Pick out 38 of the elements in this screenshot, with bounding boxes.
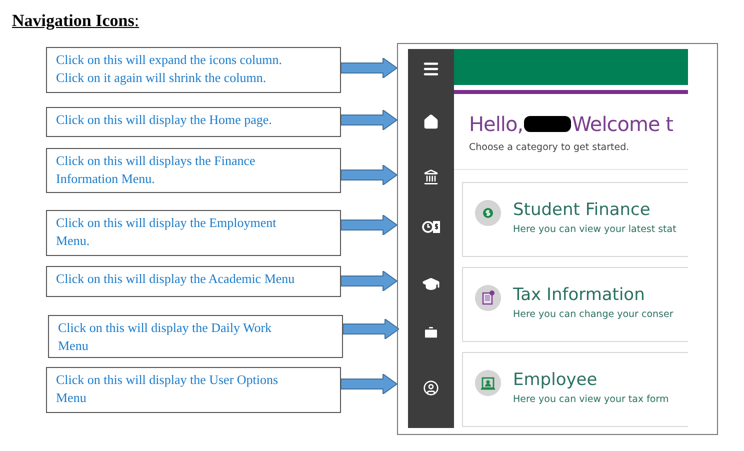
callout-box: Click on this will display the Employment Menu.	[46, 210, 341, 256]
user-icon[interactable]	[423, 380, 439, 396]
arrow	[341, 215, 397, 235]
arrow	[341, 110, 397, 130]
card-title: Student Finance	[513, 200, 652, 220]
arrow	[341, 374, 397, 394]
menu-icon[interactable]	[422, 60, 440, 78]
callout-box: Click on this will display the Home page.	[46, 107, 341, 137]
category-card[interactable]: Student Finance Here you can view your latest stat	[462, 182, 688, 258]
greeting-text: Hello,	[469, 112, 524, 136]
subtitle: Choose a category to get started.	[469, 141, 630, 155]
card-title: Employee	[513, 370, 598, 390]
callout-box: Click on this will expand the icons column. Click on it again will shrink the column.	[46, 47, 341, 93]
id-badge-icon	[475, 370, 501, 396]
bank-icon[interactable]	[423, 169, 439, 185]
callout-box: Click on this will display the Academic Menu	[46, 266, 341, 297]
callout-box: Click on this will display the User Options Menu	[46, 367, 341, 413]
card-description: Here you can change your conser	[513, 308, 674, 322]
callout-box: Click on this will displays the Finance Information Menu.	[46, 148, 341, 193]
arrow	[343, 319, 399, 339]
arrow	[341, 165, 397, 185]
category-card[interactable]: Employee Here you can view your tax form	[462, 352, 688, 428]
graduation-cap-icon[interactable]	[422, 275, 440, 293]
card-title: Tax Information	[513, 285, 646, 306]
clock-dollar-icon[interactable]	[422, 219, 440, 235]
card-description: Here you can view your latest stat	[513, 223, 676, 238]
callout-box: Click on this will display the Daily Work Menu	[48, 315, 343, 358]
redaction-mark	[524, 116, 571, 132]
home-icon[interactable]	[423, 114, 439, 130]
card-description: Here you can view your tax form	[513, 393, 669, 408]
arrow	[341, 271, 397, 291]
dollar-coin-icon	[475, 200, 501, 226]
arrow	[341, 58, 397, 78]
document-icon	[475, 285, 501, 312]
category-card[interactable]: Tax Information Here you can change your conser	[462, 267, 688, 342]
page-heading: Navigation Icons:	[12, 11, 140, 30]
welcome-text: Welcome t	[572, 112, 673, 136]
briefcase-icon[interactable]	[423, 325, 439, 341]
